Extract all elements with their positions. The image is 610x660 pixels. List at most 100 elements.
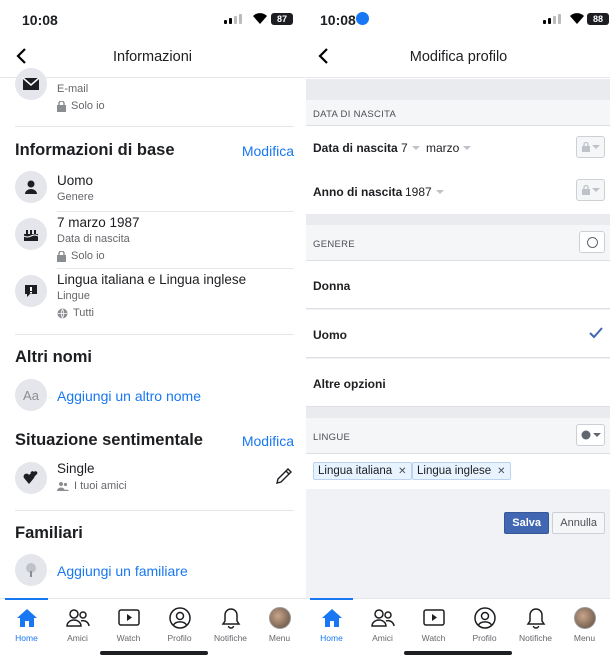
avatar	[268, 607, 291, 629]
speech-bubble-icon	[15, 275, 47, 307]
birth-date-value: 7 marzo 1987	[57, 215, 140, 230]
birth-privacy: Solo io	[57, 250, 105, 262]
birth-fields: Data di nascita 7 marzo Anno di nascita …	[306, 126, 610, 214]
avatar	[573, 607, 596, 629]
relationship-value: Single	[57, 461, 95, 476]
languages-privacy-button[interactable]	[576, 424, 605, 446]
month-select[interactable]: marzo	[426, 141, 472, 155]
tab-label: Profilo	[472, 633, 497, 643]
tab-watch[interactable]: Watch	[408, 599, 459, 643]
gender-option-altre[interactable]: Altre opzioni	[306, 359, 610, 407]
video-icon	[117, 609, 140, 626]
spacer	[306, 79, 610, 100]
bell-icon	[526, 608, 545, 629]
divider	[57, 211, 294, 212]
language-chip[interactable]: Lingua inglese ✕	[412, 462, 511, 480]
status-time: 10:08	[320, 12, 356, 28]
gender-privacy-button[interactable]	[579, 231, 605, 253]
gender-section-header: GENERE	[306, 225, 610, 261]
divider	[15, 126, 294, 127]
relationship-privacy: I tuoi amici	[57, 480, 127, 492]
gender-label: Genere	[57, 191, 94, 203]
wifi-icon	[570, 13, 584, 24]
email-label: E-mail	[57, 83, 89, 95]
page-title: Informazioni	[113, 49, 192, 65]
tab-menu[interactable]: Menu	[254, 599, 305, 643]
tab-label: Home	[320, 633, 343, 643]
profile-icon	[473, 607, 496, 629]
lock-icon	[581, 185, 590, 195]
friends-icon	[370, 609, 395, 627]
divider	[57, 268, 294, 269]
languages-value: Lingua italiana e Lingua inglese	[57, 272, 247, 287]
basic-info-edit-link[interactable]: Modifica	[242, 143, 294, 159]
tab-home[interactable]: Home	[306, 598, 357, 643]
add-family-member-link[interactable]: Aggiungi un familiare	[57, 563, 188, 579]
languages-label: Lingue	[57, 290, 91, 302]
birth-section-header: DATA DI NASCITA	[306, 100, 610, 126]
add-other-name-link[interactable]: Aggiungi un altro nome	[57, 388, 201, 404]
other-names-heading: Altri nomi	[15, 348, 92, 366]
remove-icon[interactable]: ✕	[398, 466, 406, 477]
battery-icon: 87	[271, 13, 293, 25]
family-heading: Familiari	[15, 524, 83, 542]
save-button[interactable]: Salva	[504, 512, 549, 534]
tab-notifications[interactable]: Notifiche	[205, 599, 256, 643]
tab-friends[interactable]: Amici	[52, 599, 103, 643]
day-select[interactable]: 7	[401, 141, 420, 155]
birth-date-privacy-button[interactable]	[576, 136, 605, 158]
gender-option-donna[interactable]: Donna	[306, 261, 610, 309]
hearts-icon	[15, 462, 47, 494]
bell-icon	[221, 608, 240, 629]
tab-home[interactable]: Home	[1, 598, 52, 643]
year-select[interactable]: 1987	[405, 185, 444, 199]
divider	[15, 334, 294, 335]
birth-date-label: Data di nascita	[57, 233, 130, 245]
divider	[15, 510, 294, 511]
location-icon	[356, 12, 369, 25]
language-chip[interactable]: Lingua italiana ✕	[313, 462, 412, 480]
tab-profile[interactable]: Profilo	[154, 599, 205, 643]
tab-label: Watch	[116, 633, 141, 643]
left-screen: 10:08 87 Informazioni E-mail Solo io Inf…	[0, 0, 305, 660]
about-content: E-mail Solo io Informazioni di base Modi…	[0, 68, 305, 598]
spacer	[306, 214, 610, 225]
tab-profile[interactable]: Profilo	[459, 599, 510, 643]
basic-info-heading: Informazioni di base	[15, 141, 175, 159]
signal-icon	[224, 14, 242, 24]
friends-icon	[57, 482, 69, 491]
tab-label: Notifiche	[213, 633, 248, 643]
tab-label: Amici	[67, 633, 88, 643]
tab-menu[interactable]: Menu	[559, 599, 610, 643]
tab-label: Menu	[268, 633, 291, 643]
remove-icon[interactable]: ✕	[497, 466, 505, 477]
privacy-label: Solo io	[57, 100, 105, 112]
pencil-icon[interactable]	[274, 466, 294, 486]
tab-friends[interactable]: Amici	[357, 599, 408, 643]
tab-watch[interactable]: Watch	[103, 599, 154, 643]
status-time: 10:08	[22, 12, 58, 28]
tab-label: Amici	[372, 633, 393, 643]
profile-icon	[168, 607, 191, 629]
birth-year-privacy-button[interactable]	[576, 179, 605, 201]
cake-icon	[15, 218, 47, 250]
tab-label: Profilo	[167, 633, 192, 643]
signal-icon	[543, 14, 561, 24]
friends-icon	[65, 609, 90, 627]
right-screen: 10:08 88 Modifica profilo DATA DI NASCIT…	[306, 0, 610, 660]
video-icon	[422, 609, 445, 626]
tab-notifications[interactable]: Notifiche	[510, 599, 561, 643]
cancel-button[interactable]: Annulla	[552, 512, 605, 534]
relationship-edit-link[interactable]: Modifica	[242, 433, 294, 449]
home-icon	[16, 609, 37, 627]
lock-icon	[57, 100, 66, 112]
tab-label: Menu	[573, 633, 596, 643]
home-indicator	[100, 651, 208, 655]
person-icon	[15, 171, 47, 203]
page-title: Modifica profilo	[409, 49, 508, 65]
lock-icon	[57, 250, 66, 262]
gender-option-uomo[interactable]: Uomo	[306, 310, 610, 358]
globe-icon	[57, 308, 68, 319]
languages-section-header: LINGUE	[306, 418, 610, 454]
languages-privacy: Tutti	[57, 307, 94, 319]
